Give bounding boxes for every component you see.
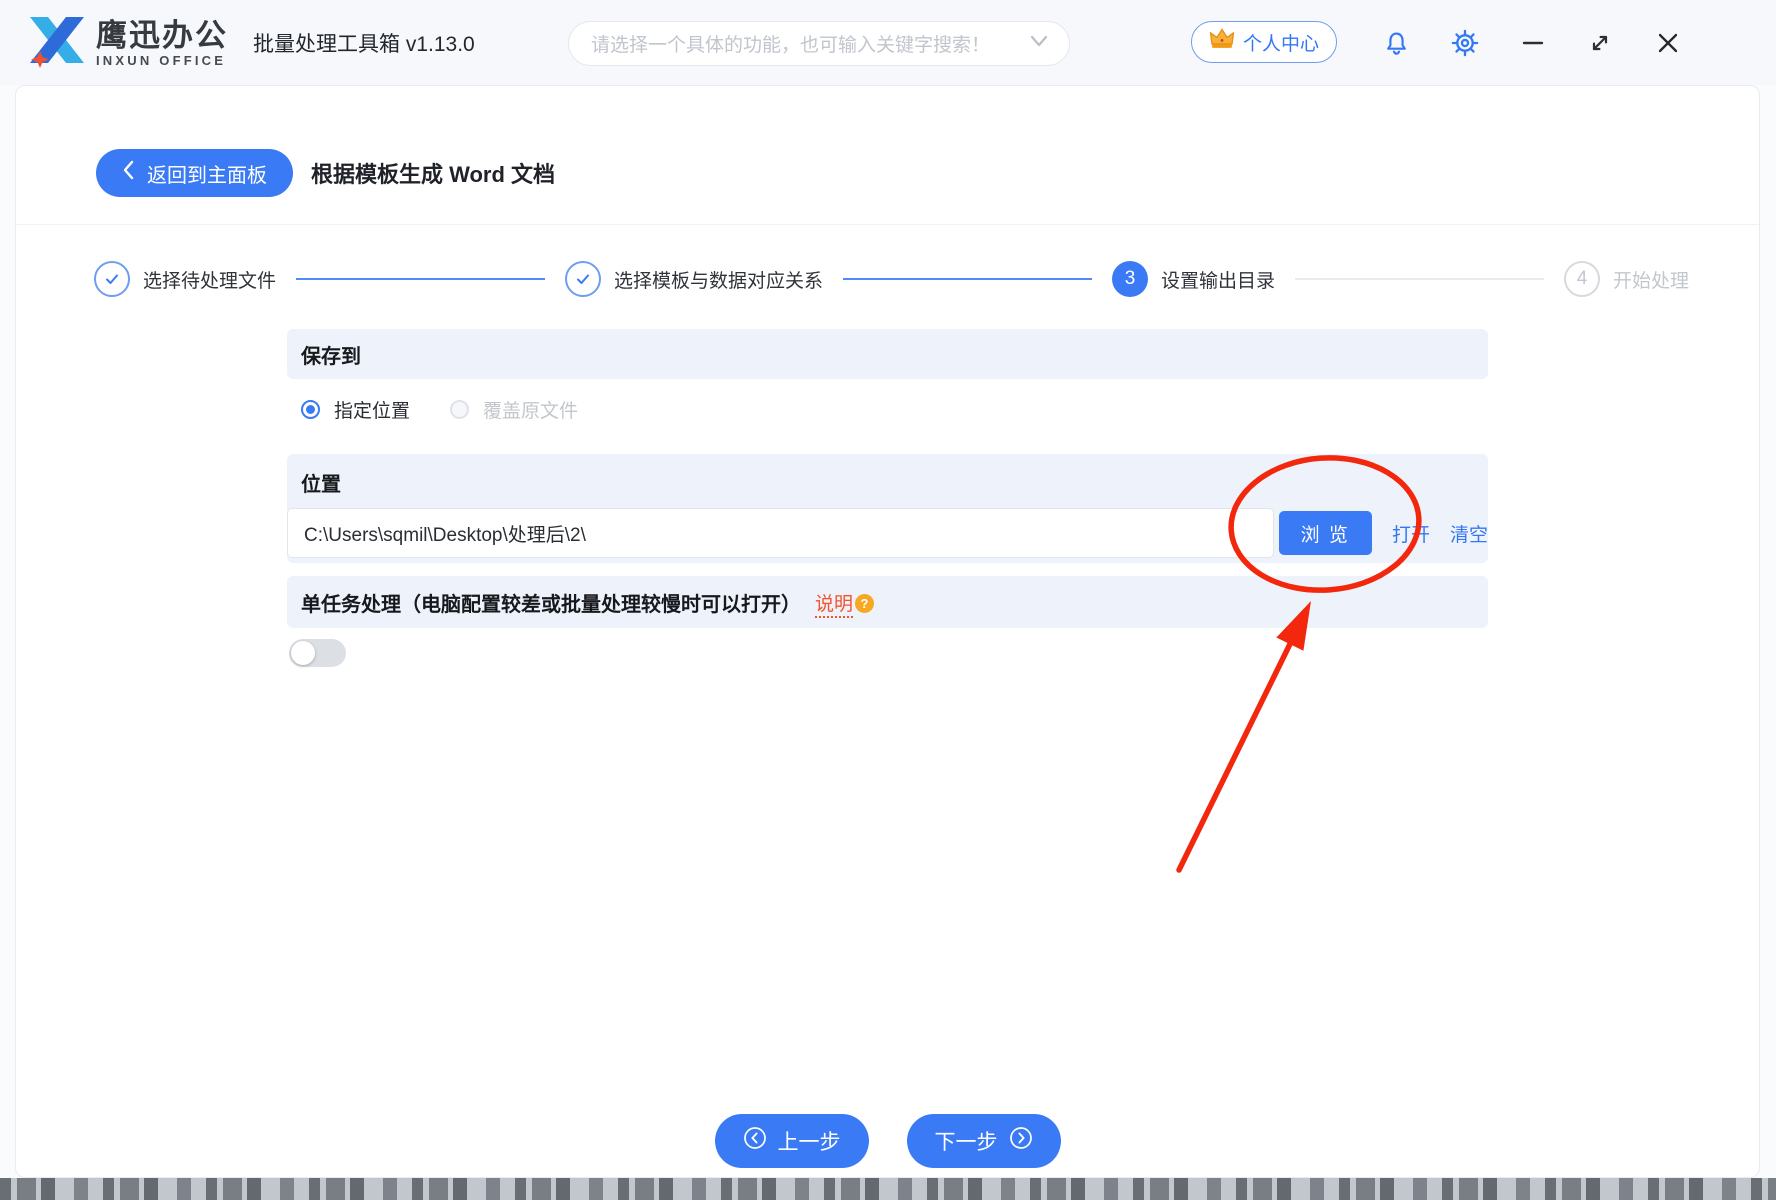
- toggle-knob: [291, 641, 315, 665]
- step-1-check-icon: [94, 261, 130, 297]
- crown-icon: [1209, 28, 1235, 56]
- location-row: 浏 览 打开 清空: [287, 508, 1488, 558]
- circle-chevron-right-icon: [1009, 1126, 1033, 1156]
- brand-name-cn: 鹰迅办公: [96, 19, 228, 53]
- single-task-section: 单任务处理（电脑配置较差或批量处理较慢时可以打开） 说明?: [287, 576, 1488, 628]
- step-2: 选择模板与数据对应关系: [565, 261, 823, 297]
- single-task-title: 单任务处理（电脑配置较差或批量处理较慢时可以打开）: [301, 588, 801, 617]
- page-title: 根据模板生成 Word 文档: [311, 149, 555, 197]
- prev-step-label: 上一步: [778, 1126, 841, 1156]
- next-step-button[interactable]: 下一步: [907, 1114, 1061, 1168]
- radio-specified-label[interactable]: 指定位置: [334, 396, 410, 423]
- header-divider: [16, 224, 1759, 225]
- browse-button[interactable]: 浏 览: [1279, 511, 1372, 555]
- radio-overwrite-label: 覆盖原文件: [483, 396, 578, 423]
- gear-icon: [1451, 29, 1479, 57]
- personal-center-label: 个人中心: [1243, 29, 1319, 56]
- notification-bell-button[interactable]: [1378, 25, 1414, 61]
- step-4-label: 开始处理: [1613, 266, 1689, 293]
- background-window-texture: [0, 1178, 1776, 1200]
- help-question-badge[interactable]: ?: [855, 594, 874, 613]
- save-to-section-header: 保存到: [287, 329, 1488, 379]
- back-button[interactable]: 返回到主面板: [96, 149, 293, 197]
- step-3-label: 设置输出目录: [1161, 266, 1275, 293]
- open-link[interactable]: 打开: [1392, 520, 1430, 547]
- minus-icon: [1520, 30, 1546, 56]
- maximize-button[interactable]: [1582, 25, 1618, 61]
- settings-gear-button[interactable]: [1447, 25, 1483, 61]
- radio-specified-location[interactable]: [301, 400, 320, 419]
- radio-dot: [306, 405, 315, 414]
- output-path-input[interactable]: [287, 508, 1274, 558]
- step-3: 3 设置输出目录: [1112, 261, 1275, 297]
- step-connector: [296, 278, 545, 280]
- function-search-select[interactable]: 请选择一个具体的功能，也可输入关键字搜索！: [568, 21, 1070, 66]
- app-title: 批量处理工具箱 v1.13.0: [253, 0, 475, 85]
- annotation-highlight: [16, 86, 1761, 1179]
- step-1-label: 选择待处理文件: [143, 266, 276, 293]
- step-2-label: 选择模板与数据对应关系: [614, 266, 823, 293]
- expand-arrows-icon: [1587, 30, 1613, 56]
- personal-center-button[interactable]: 个人中心: [1191, 21, 1337, 63]
- brand: 鹰迅办公 INXUN OFFICE: [28, 13, 228, 74]
- close-button[interactable]: [1650, 25, 1686, 61]
- step-3-number: 3: [1112, 261, 1148, 297]
- save-to-title: 保存到: [301, 340, 361, 369]
- footer-nav: 上一步 下一步: [16, 1114, 1759, 1168]
- save-to-radio-group: 指定位置 覆盖原文件: [301, 389, 578, 429]
- clear-link[interactable]: 清空: [1450, 520, 1488, 547]
- search-placeholder: 请选择一个具体的功能，也可输入关键字搜索！: [591, 30, 1029, 57]
- step-connector: [1295, 278, 1544, 280]
- minimize-button[interactable]: [1515, 25, 1551, 61]
- circle-chevron-left-icon: [743, 1126, 767, 1156]
- step-4: 4 开始处理: [1564, 261, 1689, 297]
- location-title: 位置: [301, 468, 341, 497]
- step-connector: [843, 278, 1092, 280]
- step-4-number: 4: [1564, 261, 1600, 297]
- close-icon: [1655, 30, 1681, 56]
- background-window-strip: [0, 1178, 1776, 1200]
- chevron-down-icon: [1029, 34, 1049, 53]
- help-link[interactable]: 说明: [815, 594, 853, 618]
- chevron-left-icon: [122, 160, 135, 186]
- next-step-label: 下一步: [935, 1126, 998, 1156]
- radio-overwrite-original[interactable]: [450, 400, 469, 419]
- single-task-toggle[interactable]: [289, 639, 346, 667]
- main-card: 返回到主面板 根据模板生成 Word 文档 选择待处理文件 选择模板与数据对应关…: [15, 85, 1760, 1178]
- back-button-label: 返回到主面板: [147, 159, 267, 188]
- app-window: 鹰迅办公 INXUN OFFICE 批量处理工具箱 v1.13.0 请选择一个具…: [0, 0, 1776, 1200]
- stepper: 选择待处理文件 选择模板与数据对应关系 3 设置输出目录 4 开始处理: [94, 259, 1689, 299]
- prev-step-button[interactable]: 上一步: [715, 1114, 869, 1168]
- brand-logo-icon: [28, 13, 86, 74]
- step-1: 选择待处理文件: [94, 261, 276, 297]
- brand-name-en: INXUN OFFICE: [96, 53, 228, 69]
- titlebar: 鹰迅办公 INXUN OFFICE 批量处理工具箱 v1.13.0 请选择一个具…: [0, 0, 1776, 85]
- bell-icon: [1383, 30, 1410, 57]
- location-section: 位置 浏 览 打开 清空: [287, 454, 1488, 563]
- step-2-check-icon: [565, 261, 601, 297]
- brand-name: 鹰迅办公 INXUN OFFICE: [96, 19, 228, 69]
